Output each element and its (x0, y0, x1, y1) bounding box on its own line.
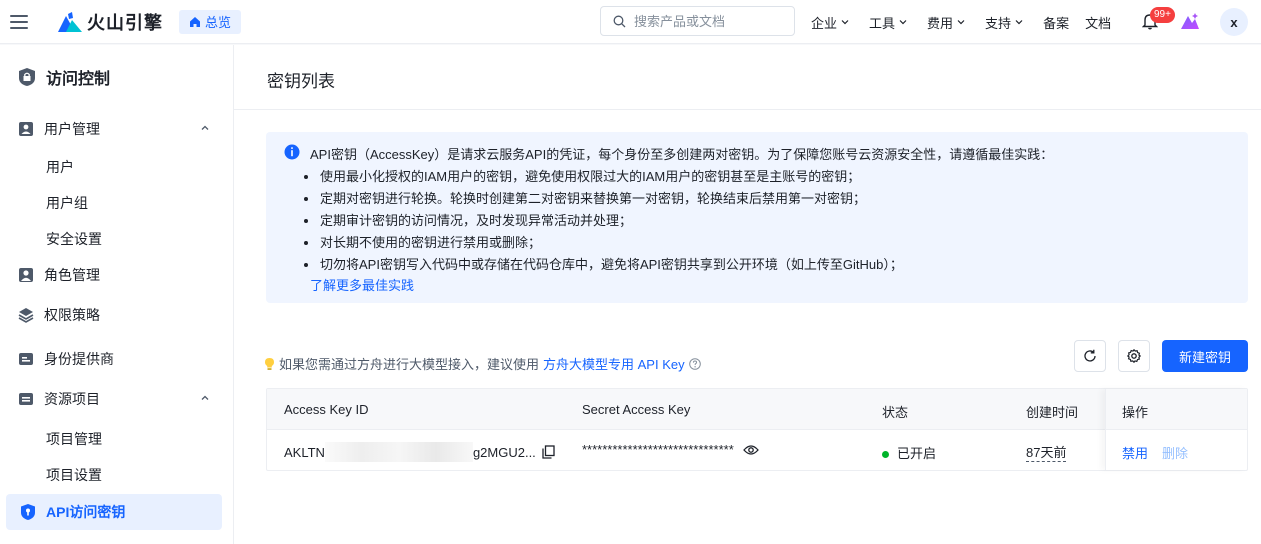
notification-badge: 99+ (1150, 7, 1175, 23)
sidebar-item-security-settings[interactable]: 安全设置 (46, 229, 102, 249)
sidebar-item-user-management[interactable]: 用户管理 (18, 118, 218, 140)
nav-billing[interactable]: 费用 (927, 13, 966, 32)
created-cell: 87天前 (1026, 442, 1067, 462)
role-icon (19, 268, 33, 282)
actions-header: 操作 (1106, 389, 1247, 430)
status-text: 已开启 (897, 446, 937, 461)
nav-docs[interactable]: 文档 (1085, 13, 1111, 32)
logo[interactable]: 火山引擎 (58, 9, 163, 35)
lightbulb-icon (265, 357, 274, 370)
logo-text: 火山引擎 (87, 12, 163, 33)
chevron-up-icon (201, 395, 209, 400)
ai-assistant-icon[interactable] (1180, 12, 1200, 30)
copy-icon[interactable] (542, 445, 555, 459)
id-card-icon (19, 353, 33, 365)
list-item: 定期对密钥进行轮换。轮换时创建第二对密钥来替换第一对密钥，轮换结束后禁用第一对密… (304, 188, 903, 210)
folder-icon (19, 393, 33, 405)
learn-more-link[interactable]: 了解更多最佳实践 (310, 275, 414, 294)
chevron-down-icon (899, 20, 907, 25)
divider (234, 109, 1261, 110)
sidebar-title: 访问控制 (18, 65, 110, 89)
nav-tools[interactable]: 工具 (869, 13, 908, 32)
top-bar: 火山引擎 总览 企业 工具 费用 支持 备案 文档 99+ x (0, 0, 1261, 44)
best-practice-alert: API密钥（AccessKey）是请求云服务API的凭证，每个身份至多创建两对密… (266, 132, 1248, 303)
gear-icon (1127, 349, 1141, 363)
masked-key (324, 442, 473, 462)
key-table: Access Key ID Secret Access Key 状态 创建时间 … (266, 388, 1248, 471)
actions-column: 操作 禁用 删除 (1105, 389, 1247, 470)
ark-api-key-link[interactable]: 方舟大模型专用 API Key (543, 354, 685, 373)
column-header-secret: Secret Access Key (582, 402, 691, 417)
status-dot (882, 451, 889, 459)
sidebar-item-api-keys[interactable]: API访问密钥 (6, 494, 222, 530)
chevron-down-icon (957, 20, 965, 25)
sidebar-item-role-management[interactable]: 角色管理 (18, 264, 218, 286)
search-icon (613, 15, 626, 27)
secret-masked: ****************************** (582, 442, 734, 457)
top-nav: 企业 工具 费用 支持 备案 文档 (811, 0, 1127, 44)
main-content: 密钥列表 API密钥（AccessKey）是请求云服务API的凭证，每个身份至多… (234, 45, 1261, 544)
sidebar-item-project-settings[interactable]: 项目设置 (46, 465, 102, 485)
list-item: 定期审计密钥的访问情况，及时发现异常活动并处理； (304, 210, 903, 232)
access-key-id-cell: AKLTN g2MGU2... (284, 442, 555, 462)
nav-enterprise[interactable]: 企业 (811, 13, 850, 32)
chevron-down-icon (1015, 20, 1023, 25)
disable-button[interactable]: 禁用 (1122, 443, 1148, 462)
eye-icon[interactable] (742, 444, 759, 456)
column-header-created: 创建时间 (1026, 405, 1079, 420)
sidebar-item-user-groups[interactable]: 用户组 (46, 193, 88, 213)
overview-button[interactable]: 总览 (179, 9, 242, 34)
created-time[interactable]: 87天前 (1026, 445, 1067, 462)
nav-support[interactable]: 支持 (985, 13, 1024, 32)
nav-icp[interactable]: 备案 (1043, 13, 1069, 32)
sidebar-item-project-management[interactable]: 项目管理 (46, 429, 102, 449)
user-avatar[interactable]: x (1220, 8, 1248, 36)
home-icon (190, 16, 200, 27)
sidebar: 访问控制 用户管理 用户 用户组 安全设置 角色管理 权限策略 身份提供商 资源… (0, 45, 234, 544)
shield-key-icon (21, 504, 35, 520)
alert-heading: API密钥（AccessKey）是请求云服务API的凭证，每个身份至多创建两对密… (310, 147, 1054, 162)
settings-button[interactable] (1118, 340, 1150, 372)
list-item: 对长期不使用的密钥进行禁用或删除； (304, 232, 903, 254)
list-item: 切勿将API密钥写入代码中或存储在代码仓库中，避免将API密钥共享到公开环境（如… (304, 254, 903, 276)
column-header-access-key-id: Access Key ID (284, 402, 369, 417)
lock-shield-icon (19, 68, 35, 86)
secret-cell: ****************************** (582, 442, 759, 457)
best-practice-list: 使用最小化授权的IAM用户的密钥，避免使用权限过大的IAM用户的密钥甚至是主账号… (304, 166, 903, 276)
refresh-icon (1084, 349, 1096, 362)
delete-button[interactable]: 删除 (1162, 443, 1188, 462)
chevron-down-icon (841, 20, 849, 25)
layers-icon (18, 308, 34, 323)
page-title: 密钥列表 (267, 72, 335, 91)
refresh-button[interactable] (1074, 340, 1106, 372)
overview-label: 总览 (205, 15, 232, 30)
status-cell: 已开启 (882, 443, 936, 462)
column-header-status: 状态 (882, 405, 909, 420)
sidebar-item-identity-providers[interactable]: 身份提供商 (18, 348, 218, 370)
ark-hint: 如果您需通过方舟进行大模型接入，建议使用 方舟大模型专用 API Key (264, 354, 701, 373)
sidebar-item-users[interactable]: 用户 (46, 157, 74, 177)
hint-text: 如果您需通过方舟进行大模型接入，建议使用 (279, 357, 540, 372)
sidebar-item-resource-projects[interactable]: 资源项目 (18, 388, 218, 410)
search-box[interactable] (600, 6, 795, 36)
help-icon[interactable] (688, 357, 701, 370)
user-card-icon (19, 122, 33, 136)
sidebar-item-policies[interactable]: 权限策略 (18, 304, 218, 326)
column-header-actions: 操作 (1122, 405, 1149, 420)
create-key-button[interactable]: 新建密钥 (1162, 340, 1248, 372)
list-item: 使用最小化授权的IAM用户的密钥，避免使用权限过大的IAM用户的密钥甚至是主账号… (304, 166, 903, 188)
chevron-up-icon (201, 125, 209, 130)
info-icon (284, 144, 300, 160)
menu-icon[interactable] (10, 14, 28, 29)
table-header: Access Key ID Secret Access Key 状态 创建时间 (267, 389, 1247, 430)
search-input[interactable] (634, 13, 784, 29)
volcano-logo-icon (58, 11, 82, 32)
